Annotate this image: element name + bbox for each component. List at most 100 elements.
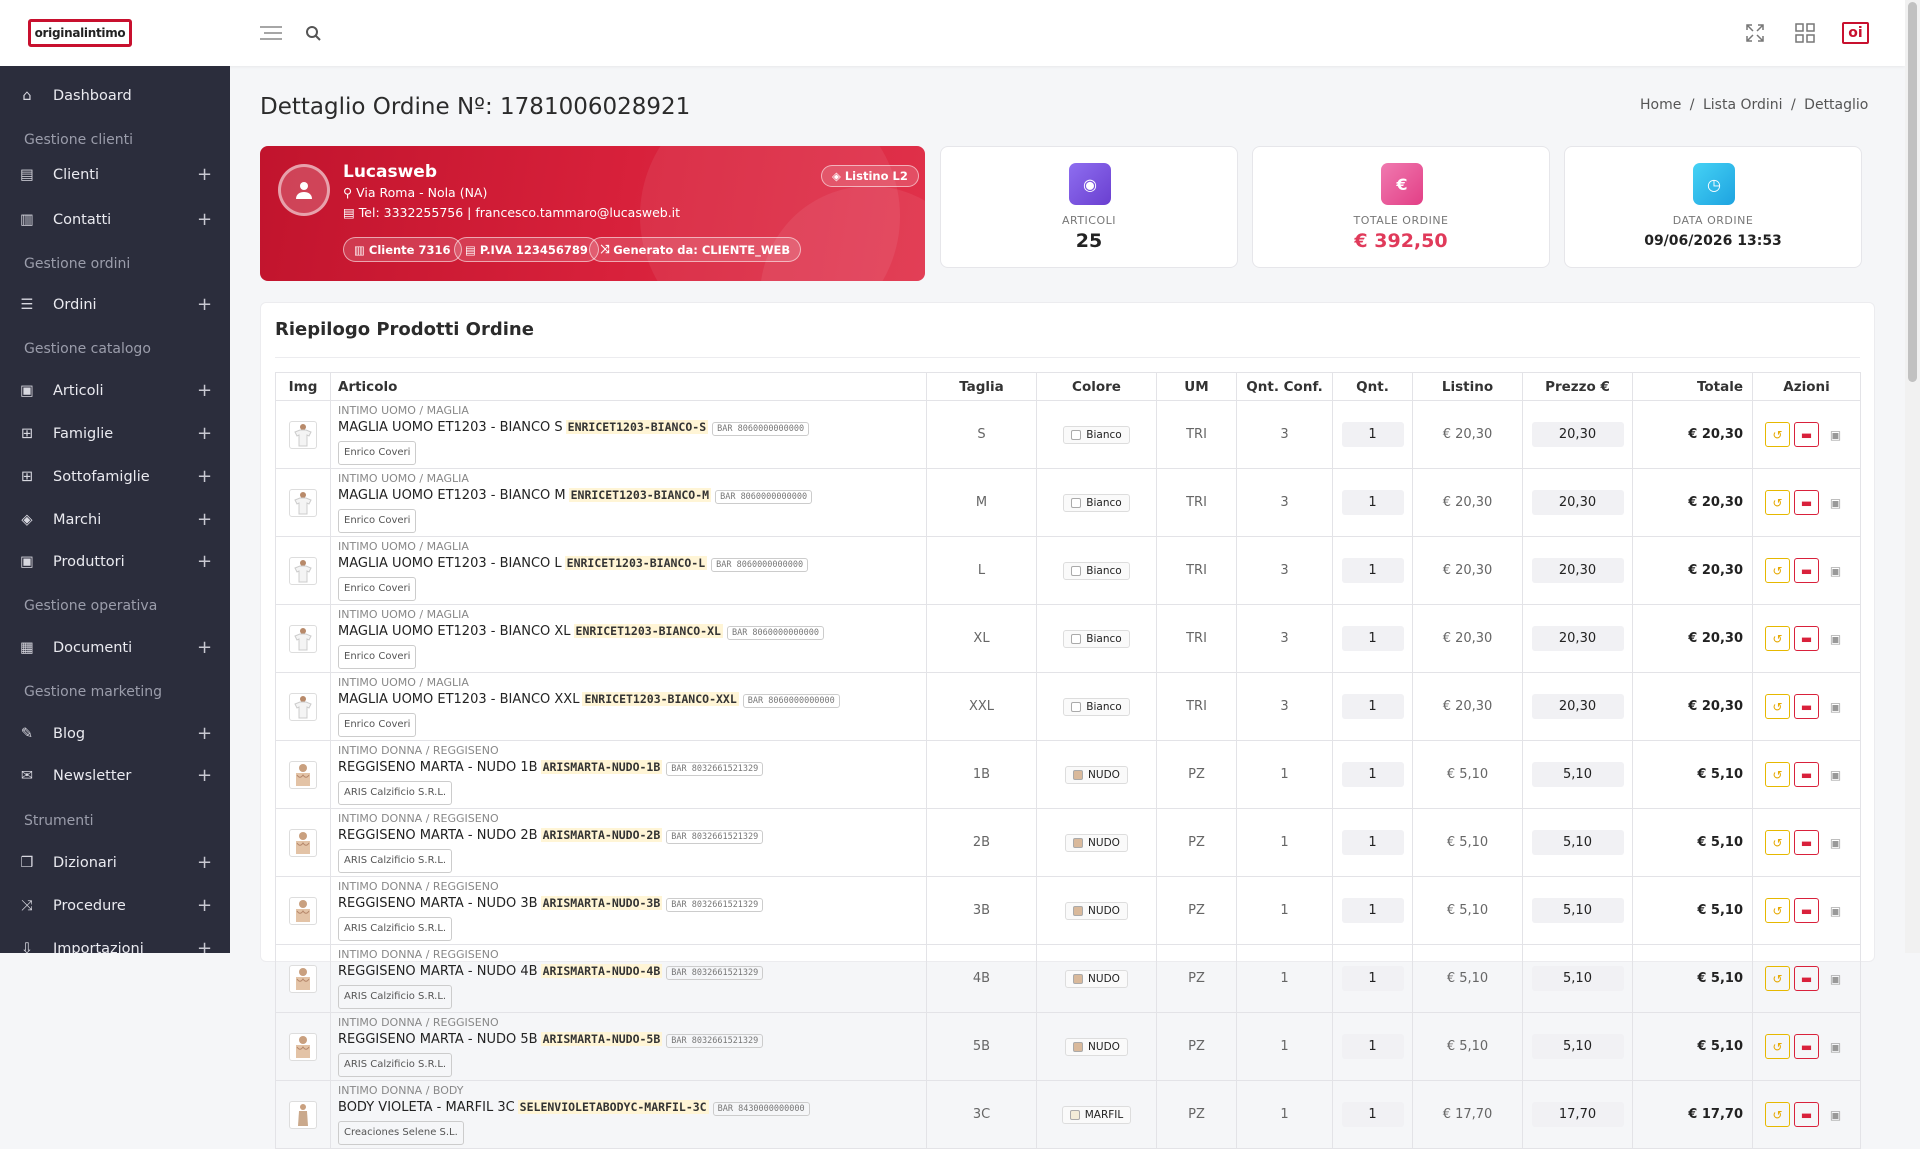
delete-button[interactable]: ▬ [1794,762,1819,787]
expand-plus-icon[interactable]: + [197,468,212,486]
product-thumbnail[interactable] [289,964,317,993]
quantity-input[interactable]: 1 [1341,558,1404,583]
sidebar-item-dizionari[interactable]: book-icon❒Dizionari+ [0,848,230,878]
save-button[interactable]: ▣ [1823,694,1848,719]
expand-plus-icon[interactable]: + [197,897,212,915]
sidebar-item-dashboard[interactable]: home-icon⌂Dashboard [0,81,230,111]
product-thumbnail[interactable] [289,1032,317,1061]
product-thumbnail[interactable] [289,624,317,653]
undo-button[interactable]: ↺ [1765,966,1790,991]
expand-plus-icon[interactable]: + [197,211,212,229]
price-input[interactable]: 17,70 [1531,1102,1624,1127]
product-thumbnail[interactable] [289,896,317,925]
expand-plus-icon[interactable]: + [197,553,212,571]
undo-button[interactable]: ↺ [1765,694,1790,719]
undo-button[interactable]: ↺ [1765,830,1790,855]
logo[interactable]: originalintimo [28,19,132,47]
product-thumbnail[interactable] [289,760,317,789]
save-button[interactable]: ▣ [1823,1034,1848,1059]
expand-plus-icon[interactable]: + [197,854,212,872]
expand-plus-icon[interactable]: + [197,296,212,314]
save-button[interactable]: ▣ [1823,1102,1848,1127]
undo-button[interactable]: ↺ [1765,898,1790,923]
breadcrumb-home[interactable]: Home [1640,97,1681,113]
sidebar-item-documenti[interactable]: archive-icon▦Documenti+ [0,633,230,663]
delete-button[interactable]: ▬ [1794,558,1819,583]
expand-plus-icon[interactable]: + [197,639,212,657]
delete-button[interactable]: ▬ [1794,626,1819,651]
expand-plus-icon[interactable]: + [197,166,212,184]
product-thumbnail[interactable] [289,556,317,585]
delete-button[interactable]: ▬ [1794,694,1819,719]
quantity-input[interactable]: 1 [1341,1102,1404,1127]
undo-button[interactable]: ↺ [1765,558,1790,583]
undo-button[interactable]: ↺ [1765,422,1790,447]
scrollbar-thumb[interactable] [1908,2,1917,382]
product-thumbnail[interactable] [289,488,317,517]
price-input[interactable]: 20,30 [1531,490,1624,515]
save-button[interactable]: ▣ [1823,966,1848,991]
delete-button[interactable]: ▬ [1794,830,1819,855]
save-button[interactable]: ▣ [1823,490,1848,515]
price-input[interactable]: 5,10 [1531,762,1624,787]
expand-plus-icon[interactable]: + [197,425,212,443]
sidebar-item-ordini[interactable]: list-icon☰Ordini+ [0,290,230,320]
apps-grid-icon[interactable] [1792,20,1818,46]
price-input[interactable]: 5,10 [1531,898,1624,923]
save-button[interactable]: ▣ [1823,422,1848,447]
quantity-input[interactable]: 1 [1341,1034,1404,1059]
save-button[interactable]: ▣ [1823,558,1848,583]
product-thumbnail[interactable] [289,420,317,449]
search-icon[interactable] [300,20,326,46]
page-scrollbar[interactable] [1905,0,1920,953]
undo-button[interactable]: ↺ [1765,626,1790,651]
user-avatar[interactable]: oi [1842,22,1869,44]
expand-plus-icon[interactable]: + [197,725,212,743]
undo-button[interactable]: ↺ [1765,1034,1790,1059]
sidebar-item-sottofamiglie[interactable]: grid-icon⊞Sottofamiglie+ [0,462,230,492]
quantity-input[interactable]: 1 [1341,762,1404,787]
sidebar-item-articoli[interactable]: box-icon▣Articoli+ [0,376,230,406]
delete-button[interactable]: ▬ [1794,490,1819,515]
undo-button[interactable]: ↺ [1765,490,1790,515]
quantity-input[interactable]: 1 [1341,626,1404,651]
menu-toggle-icon[interactable] [258,20,284,46]
undo-button[interactable]: ↺ [1765,1102,1790,1127]
expand-plus-icon[interactable]: + [197,511,212,529]
quantity-input[interactable]: 1 [1341,490,1404,515]
delete-button[interactable]: ▬ [1794,422,1819,447]
sidebar-item-clienti[interactable]: id-card-icon▤Clienti+ [0,160,230,190]
breadcrumb-lista-ordini[interactable]: Lista Ordini [1703,97,1783,113]
price-input[interactable]: 5,10 [1531,830,1624,855]
expand-plus-icon[interactable]: + [197,382,212,400]
quantity-input[interactable]: 1 [1341,422,1404,447]
price-input[interactable]: 5,10 [1531,966,1624,991]
save-button[interactable]: ▣ [1823,626,1848,651]
sidebar-item-famiglie[interactable]: grid-icon⊞Famiglie+ [0,419,230,449]
quantity-input[interactable]: 1 [1341,966,1404,991]
quantity-input[interactable]: 1 [1341,830,1404,855]
price-input[interactable]: 20,30 [1531,626,1624,651]
fullscreen-icon[interactable] [1742,20,1768,46]
price-input[interactable]: 20,30 [1531,558,1624,583]
sidebar-item-procedure[interactable]: shuffle-icon⤨Procedure+ [0,891,230,921]
save-button[interactable]: ▣ [1823,830,1848,855]
quantity-input[interactable]: 1 [1341,898,1404,923]
price-input[interactable]: 20,30 [1531,694,1624,719]
price-input[interactable]: 5,10 [1531,1034,1624,1059]
expand-plus-icon[interactable]: + [197,940,212,954]
delete-button[interactable]: ▬ [1794,966,1819,991]
price-input[interactable]: 20,30 [1531,422,1624,447]
product-thumbnail[interactable] [289,692,317,721]
product-thumbnail[interactable] [289,828,317,857]
sidebar-item-produttori[interactable]: box-icon▣Produttori+ [0,547,230,577]
save-button[interactable]: ▣ [1823,898,1848,923]
expand-plus-icon[interactable]: + [197,767,212,785]
sidebar-item-contatti[interactable]: contact-book-icon▥Contatti+ [0,205,230,235]
sidebar-item-blog[interactable]: edit-icon✎Blog+ [0,719,230,749]
quantity-input[interactable]: 1 [1341,694,1404,719]
sidebar-item-marchi[interactable]: tag-icon◈Marchi+ [0,505,230,535]
product-thumbnail[interactable] [289,1100,317,1129]
sidebar-item-importazioni[interactable]: import-icon⇩Importazioni+ [0,934,230,954]
undo-button[interactable]: ↺ [1765,762,1790,787]
